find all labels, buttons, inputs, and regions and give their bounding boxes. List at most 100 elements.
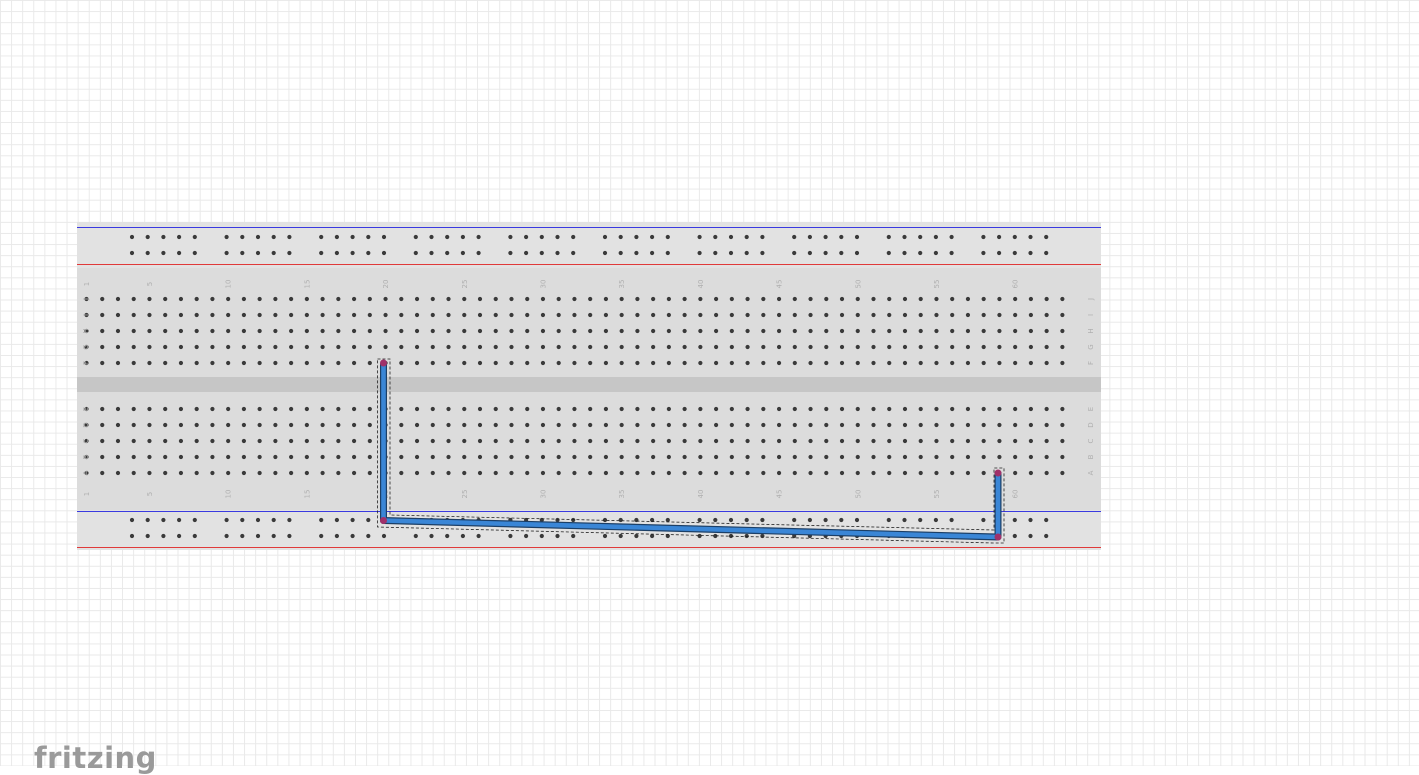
hole-F57[interactable] (965, 360, 971, 366)
hole-D35[interactable] (619, 422, 624, 428)
rail-bottom-hole-negative[interactable] (319, 517, 324, 523)
hole-D2[interactable] (100, 422, 105, 428)
hole-J7[interactable] (178, 296, 184, 302)
rail-bottom-hole-positive[interactable] (177, 533, 182, 539)
hole-C50[interactable] (855, 438, 860, 444)
hole-F2[interactable] (100, 360, 105, 366)
rail-top-hole-negative[interactable] (240, 234, 245, 240)
hole-A30[interactable] (540, 470, 546, 476)
rail-top-hole-negative[interactable] (933, 234, 939, 240)
hole-I61[interactable] (1028, 312, 1033, 318)
rail-bottom-hole-negative[interactable] (933, 517, 939, 523)
hole-I29[interactable] (525, 312, 530, 318)
hole-D40[interactable] (698, 422, 703, 428)
hole-H50[interactable] (855, 328, 860, 334)
hole-F56[interactable] (950, 360, 955, 366)
hole-J58[interactable] (981, 296, 986, 302)
hole-H51[interactable] (871, 328, 876, 334)
rail-top-hole-negative[interactable] (618, 234, 623, 240)
hole-B56[interactable] (950, 454, 955, 460)
rail-bottom-hole-negative[interactable] (177, 517, 182, 523)
hole-A55[interactable] (934, 470, 939, 476)
rail-top-hole-negative[interactable] (460, 234, 465, 240)
rail-bottom-hole-negative[interactable] (839, 517, 844, 523)
hole-D49[interactable] (839, 422, 845, 428)
hole-D9[interactable] (210, 422, 215, 428)
rail-bottom-hole-negative[interactable] (350, 517, 355, 523)
hole-A2[interactable] (100, 470, 105, 476)
hole-G37[interactable] (651, 344, 656, 350)
rail-top-hole-positive[interactable] (476, 250, 481, 256)
hole-A51[interactable] (871, 470, 876, 476)
hole-G29[interactable] (525, 344, 530, 350)
hole-E23[interactable] (430, 406, 435, 412)
hole-A38[interactable] (666, 470, 671, 476)
hole-G63[interactable] (1060, 344, 1065, 350)
hole-G17[interactable] (336, 344, 341, 350)
hole-G18[interactable] (351, 344, 357, 350)
hole-H24[interactable] (446, 328, 451, 334)
hole-C5[interactable] (147, 438, 152, 444)
hole-A9[interactable] (210, 470, 215, 476)
hole-A7[interactable] (178, 470, 184, 476)
hole-J32[interactable] (572, 296, 577, 302)
hole-I45[interactable] (776, 312, 782, 318)
hole-B60[interactable] (1013, 454, 1018, 460)
hole-I3[interactable] (115, 312, 121, 318)
hole-J23[interactable] (430, 296, 435, 302)
hole-J27[interactable] (493, 296, 498, 302)
hole-C63[interactable] (1060, 438, 1065, 444)
hole-C41[interactable] (714, 438, 719, 444)
hole-B58[interactable] (981, 454, 986, 460)
hole-B49[interactable] (839, 454, 845, 460)
rail-top-hole-negative[interactable] (760, 234, 765, 240)
hole-I21[interactable] (399, 312, 404, 318)
hole-D24[interactable] (446, 422, 451, 428)
hole-F60[interactable] (1013, 360, 1018, 366)
hole-E53[interactable] (902, 406, 908, 412)
hole-F58[interactable] (981, 360, 986, 366)
hole-F14[interactable] (289, 360, 294, 366)
hole-A42[interactable] (729, 470, 734, 476)
hole-A60[interactable] (1013, 470, 1018, 476)
hole-F33[interactable] (588, 360, 593, 366)
hole-F24[interactable] (446, 360, 451, 366)
hole-A54[interactable] (918, 470, 923, 476)
hole-B55[interactable] (934, 454, 939, 460)
rail-bottom-hole-negative[interactable] (1012, 517, 1017, 523)
hole-J2[interactable] (100, 296, 105, 302)
hole-I39[interactable] (682, 312, 687, 318)
hole-J61[interactable] (1028, 296, 1033, 302)
rail-top-hole-positive[interactable] (366, 250, 371, 256)
hole-J20[interactable] (383, 296, 388, 302)
hole-E8[interactable] (194, 406, 199, 412)
rail-top-hole-negative[interactable] (713, 234, 718, 240)
hole-F53[interactable] (902, 360, 908, 366)
rail-top-hole-positive[interactable] (287, 250, 292, 256)
hole-I15[interactable] (304, 312, 309, 318)
rail-top-hole-negative[interactable] (192, 234, 197, 240)
hole-J9[interactable] (210, 296, 215, 302)
hole-J42[interactable] (729, 296, 734, 302)
hole-F5[interactable] (147, 360, 152, 366)
hole-E34[interactable] (603, 406, 609, 412)
rail-top-hole-negative[interactable] (255, 234, 261, 240)
hole-G49[interactable] (839, 344, 845, 350)
rail-top-hole-positive[interactable] (854, 250, 860, 256)
hole-F47[interactable] (808, 360, 813, 366)
hole-F52[interactable] (887, 360, 892, 366)
rail-bottom-hole-positive[interactable] (224, 533, 229, 539)
hole-D62[interactable] (1044, 422, 1049, 428)
rail-top-hole-negative[interactable] (429, 234, 434, 240)
hole-F19[interactable] (367, 360, 372, 366)
hole-E33[interactable] (588, 406, 593, 412)
hole-A36[interactable] (635, 470, 640, 476)
hole-J8[interactable] (194, 296, 199, 302)
hole-J62[interactable] (1044, 296, 1049, 302)
hole-E57[interactable] (965, 406, 971, 412)
hole-F27[interactable] (493, 360, 498, 366)
hole-I48[interactable] (824, 312, 829, 318)
hole-G7[interactable] (178, 344, 184, 350)
rail-bottom-hole-positive[interactable] (255, 533, 261, 539)
hole-D4[interactable] (131, 422, 136, 428)
